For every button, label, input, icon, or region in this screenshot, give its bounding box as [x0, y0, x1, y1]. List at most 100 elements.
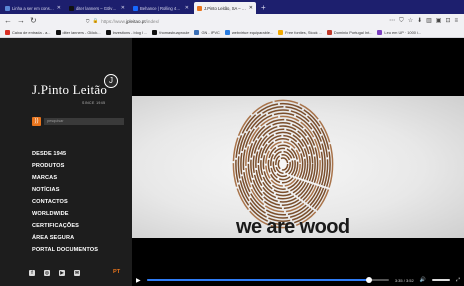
menu-item[interactable]: NOTÍCIAS: [32, 184, 98, 196]
search-input[interactable]: pesquisar: [44, 118, 124, 125]
menu-item[interactable]: MARCAS: [32, 172, 98, 184]
youtube-icon[interactable]: ▶: [59, 270, 65, 276]
fullscreen-icon[interactable]: ⤢: [456, 277, 460, 283]
menu-item[interactable]: ÁREA SEGURA: [32, 232, 98, 244]
toolbar-icon[interactable]: ≡: [454, 16, 458, 26]
tab-title: Behance | Rolling 4PL | 2018: [140, 5, 183, 11]
toolbar-icon[interactable]: ⛉: [399, 16, 404, 26]
bookmark-label: Leu em UP · 1000 i...: [384, 30, 422, 35]
language-selector[interactable]: PT: [113, 269, 120, 275]
close-icon[interactable]: ✕: [57, 5, 61, 11]
video-headline: we are wood: [236, 216, 350, 238]
bookmark-item[interactable]: Free fonties, Stock ...: [278, 30, 322, 35]
toolbar-icon[interactable]: ▣: [436, 16, 442, 26]
site-sidebar: J.Pinto Leitão J SINCE 1945 )) pesquisar…: [0, 38, 132, 286]
bookmark-favicon-icon: [152, 30, 158, 35]
browser-tab[interactable]: diter lanners – Gölvanige F✕: [66, 2, 128, 14]
bookmark-item[interactable]: diter lanners - Glöck...: [55, 30, 101, 35]
close-icon[interactable]: ✕: [121, 5, 125, 11]
volume-slider[interactable]: [431, 279, 450, 281]
new-tab-button[interactable]: +: [261, 2, 266, 14]
bookmark-item[interactable]: thomasbuaproule: [152, 30, 189, 35]
bookmark-label: GN - IPVC: [201, 30, 220, 35]
toolbar-icon[interactable]: ⊡: [445, 16, 450, 26]
bookmark-item[interactable]: Caixa de entrada - a...: [5, 30, 51, 35]
social-links: f ◎ ▶ ✉: [29, 270, 80, 276]
bookmark-favicon-icon: [326, 30, 332, 35]
menu-item[interactable]: PORTAL DOCUMENTOS: [32, 244, 98, 256]
fingerprint-ridge: [252, 125, 314, 203]
forward-button[interactable]: →: [17, 17, 25, 25]
site-logo[interactable]: J.Pinto Leitão: [32, 82, 107, 98]
bookmark-favicon-icon: [377, 30, 383, 35]
bookmark-label: webvirtue equiparable...: [231, 30, 274, 35]
url-path: /index/: [145, 18, 160, 24]
logo-badge-icon: J: [104, 74, 118, 88]
bookmark-favicon-icon: [224, 30, 230, 35]
browser-tab[interactable]: Behance | Rolling 4PL | 2018✕: [130, 2, 192, 14]
bookmark-item[interactable]: Investions - blog I ...: [105, 30, 147, 35]
bookmark-favicon-icon: [278, 30, 284, 35]
bookmark-label: thomasbuaproule: [159, 30, 190, 35]
bookmark-favicon-icon: [55, 30, 61, 35]
toolbar-icon[interactable]: ⋯: [389, 16, 395, 26]
url-prefix: https://www.: [101, 18, 126, 24]
tab-title: Linha a ser em consideração por: [12, 5, 55, 11]
shield-icon: ⛉: [86, 18, 90, 24]
browser-tab[interactable]: J.Pinto Leitão, SA – Comércio e✕: [194, 2, 256, 14]
rss-icon[interactable]: )): [32, 117, 41, 126]
bookmark-item[interactable]: GN - IPVC: [194, 30, 220, 35]
reload-button[interactable]: ↻: [30, 17, 37, 25]
tab-favicon-icon: [197, 5, 202, 11]
fingerprint-ridge: [237, 106, 329, 222]
play-icon[interactable]: ▶: [136, 277, 141, 284]
progress-bar[interactable]: [146, 277, 389, 283]
fingerprint-ridge: [235, 102, 331, 226]
bookmark-item[interactable]: Leu em UP · 1000 i...: [377, 30, 421, 35]
bookmark-favicon-icon: [194, 30, 200, 35]
toolbar-icons: ⋯ ⛉ ☆ ⬇ ▥ ▣ ⊡ ≡: [389, 16, 458, 26]
back-button[interactable]: ←: [4, 17, 12, 25]
bookmark-label: Dominio Portugal Int...: [333, 30, 373, 35]
volume-icon[interactable]: 🔊: [420, 277, 426, 283]
web-page: J.Pinto Leitão J SINCE 1945 )) pesquisar…: [0, 38, 464, 286]
bookmark-item[interactable]: webvirtue equiparable...: [224, 30, 274, 35]
bookmark-label: diter lanners - Glöck...: [62, 30, 101, 35]
instagram-icon[interactable]: ◎: [44, 270, 50, 276]
fingerprint-ridge: [277, 157, 289, 171]
fingerprint-ridge: [262, 138, 304, 190]
menu-item[interactable]: WORLDWIDE: [32, 208, 98, 220]
fingerprint-ridge: [270, 147, 296, 181]
toolbar-icon[interactable]: ⬇: [417, 16, 422, 26]
menu-item[interactable]: CONTACTOS: [32, 196, 98, 208]
toolbar-icon[interactable]: ☆: [408, 16, 413, 26]
address-bar[interactable]: ⛉ 🔒 https://www.jpleitao.pt/index/: [86, 16, 348, 26]
bookmark-item[interactable]: Dominio Portugal Int...: [326, 30, 373, 35]
bookmark-label: Caixa de entrada - a...: [12, 30, 51, 35]
tab-title: diter lanners – Gölvanige F: [76, 5, 119, 11]
menu-item[interactable]: DESDE 1945: [32, 148, 98, 160]
tab-favicon-icon: [133, 5, 138, 11]
progress-handle[interactable]: [366, 277, 373, 283]
url-text: https://www.jpleitao.pt/index/: [101, 19, 159, 24]
facebook-icon[interactable]: f: [29, 270, 35, 276]
video-time: 3:35 / 3:52: [394, 277, 414, 283]
url-domain: jpleitao.pt: [125, 18, 146, 24]
close-icon[interactable]: ✕: [249, 5, 253, 11]
email-icon[interactable]: ✉: [74, 270, 80, 276]
navigation-toolbar: ← → ↻ ⛉ 🔒 https://www.jpleitao.pt/index/…: [0, 14, 464, 28]
fingerprint-ridge: [245, 115, 321, 213]
close-icon[interactable]: ✕: [185, 5, 189, 11]
fingerprint-ridge: [260, 134, 306, 194]
tab-strip: Linha a ser em consideração por✕diter la…: [0, 0, 464, 14]
since-label: SINCE 1945: [82, 101, 106, 105]
menu-item[interactable]: PRODUTOS: [32, 160, 98, 172]
tab-favicon-icon: [69, 5, 74, 11]
menu-item[interactable]: CERTIFICAÇÕES: [32, 220, 98, 232]
video-player[interactable]: we are wood ▶ 3:35 / 3:52 🔊 ⤢: [132, 38, 464, 286]
browser-tab[interactable]: Linha a ser em consideração por✕: [2, 2, 64, 14]
bookmarks-bar: Caixa de entrada - a... diter lanners - G…: [0, 28, 464, 38]
progress-fill: [146, 279, 370, 281]
toolbar-icon[interactable]: ▥: [426, 16, 432, 26]
tab-title: J.Pinto Leitão, SA – Comércio e: [204, 5, 247, 11]
